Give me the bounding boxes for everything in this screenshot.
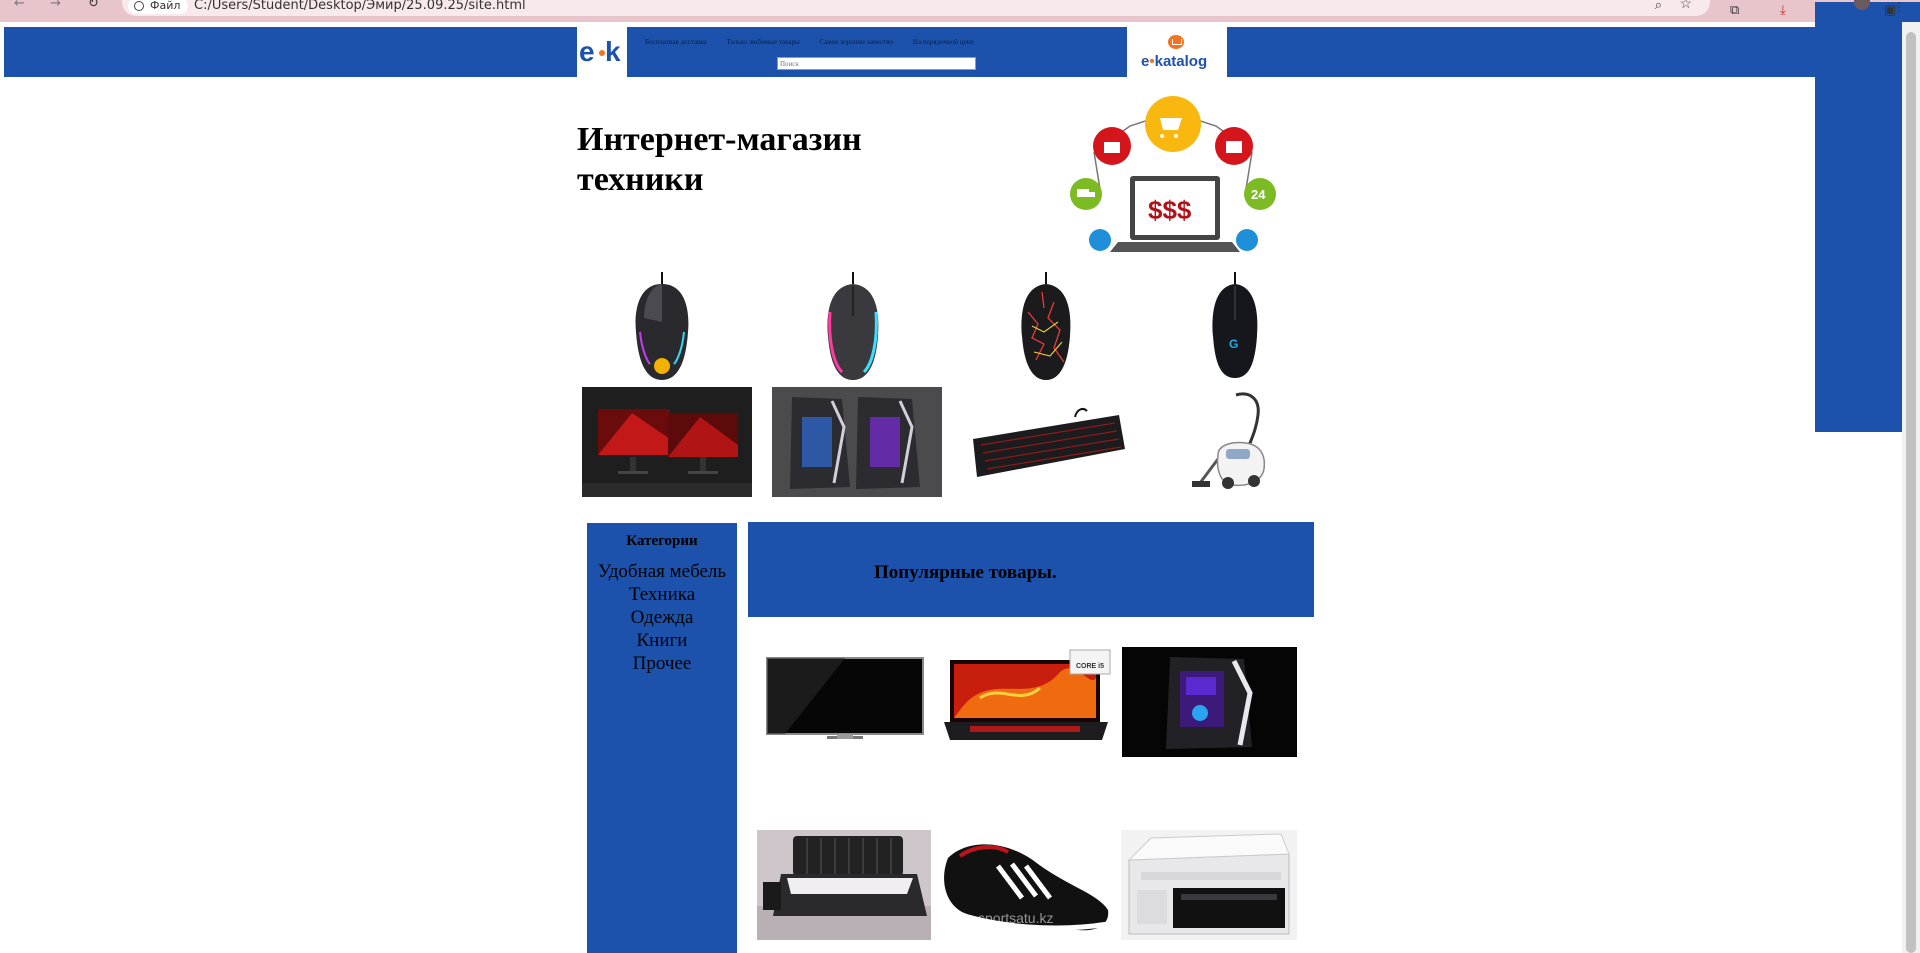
address-url[interactable]: C:/Users/Student/Desktop/Эмир/25.09.25/s… [194,0,526,14]
page-title: Интернет-магазин техники [577,121,862,198]
address-bar[interactable]: Файл C:/Users/Student/Desktop/Эмир/25.09… [122,0,1710,16]
category-furniture[interactable]: Удобная мебель [587,560,737,583]
svg-text:G: G [1229,337,1238,351]
product-dual-monitors[interactable] [582,387,752,497]
ek-logo-e: e [579,36,595,67]
ecommerce-hero-graphic: 24 $$$ [1070,96,1276,252]
category-books[interactable]: Книги [587,629,737,652]
ekatalog-logo[interactable]: e•katalog [1127,27,1227,77]
product-mouse-logitech[interactable]: G [1205,272,1265,382]
zoom-icon[interactable]: ⌕ [1655,0,1662,13]
product-gas-stove[interactable] [1121,830,1297,940]
back-icon[interactable]: ← [14,0,25,14]
download-icon[interactable]: ⤓ [1780,2,1786,18]
categories-sidebar: Категории Удобная мебель Техника Одежда … [587,523,737,953]
browser-toolbar: ← → ↻ Файл C:/Users/Student/Desktop/Эмир… [0,0,1920,432]
popular-products-banner: Популярные товары. [748,522,1314,617]
extensions-icon[interactable]: ⧉ [1730,2,1739,18]
product-mechanical-keyboard[interactable] [965,405,1131,485]
category-other[interactable]: Прочее [587,652,737,675]
product-gaming-pc[interactable] [1122,647,1297,757]
browser-menu-icon[interactable]: ⋮ [1893,0,1905,15]
reload-icon[interactable]: ↻ [88,0,99,14]
calculator-icon [1089,229,1111,251]
menu-link-favorite-products[interactable]: Только любимые товары [727,38,800,46]
category-electronics[interactable]: Техника [587,583,737,606]
popular-products-title: Популярные товары. [874,562,1057,583]
site-info-chip[interactable]: Файл [128,0,189,14]
product-leather-bed[interactable] [757,830,931,940]
product-mouse-crackle[interactable] [1014,272,1078,384]
menu-link-free-delivery[interactable]: Бесплатная доставка [645,38,707,46]
scrollbar-thumb[interactable] [1906,32,1916,953]
support-24-label: 24 [1251,187,1266,202]
vertical-scrollbar[interactable] [1902,22,1920,953]
mail-icon [1236,229,1258,251]
menu-link-fair-price[interactable]: На порядочной цене [913,38,974,46]
ekatalog-logo-suffix: katalog [1154,53,1208,70]
product-vacuum-cleaner[interactable] [1188,389,1272,497]
product-tv[interactable] [765,656,925,746]
ekatalog-logo-text: e•katalog [1141,53,1207,70]
ek-logo-k: k [605,36,621,67]
product-gaming-laptop[interactable]: CORE i5 [940,648,1112,744]
categories-list: Удобная мебель Техника Одежда Книги Проч… [587,560,737,675]
bookmark-star-icon[interactable]: ☆ [1679,0,1692,13]
product-image-watermark: sportsatu.kz [978,910,1054,926]
site-info-label: Файл [150,0,181,12]
info-icon [134,1,144,11]
laptop-screen-text: $$$ [1148,195,1192,225]
product-mouse-rgb[interactable] [820,272,886,384]
header-menu: Бесплатная доставка Только любимые товар… [645,38,992,48]
product-mouse-steelseries[interactable] [628,272,696,384]
intel-core-badge: CORE i5 [1076,663,1104,670]
categories-heading: Категории [626,533,698,549]
ek-logo[interactable]: e k [577,27,627,77]
product-gaming-pc-cases[interactable] [772,387,942,497]
cart-icon [1168,35,1184,49]
search-input[interactable] [777,57,976,70]
menu-link-best-quality[interactable]: Самое хорошее качество [819,38,893,46]
category-clothing[interactable]: Одежда [587,606,737,629]
forward-icon[interactable]: → [50,0,61,14]
